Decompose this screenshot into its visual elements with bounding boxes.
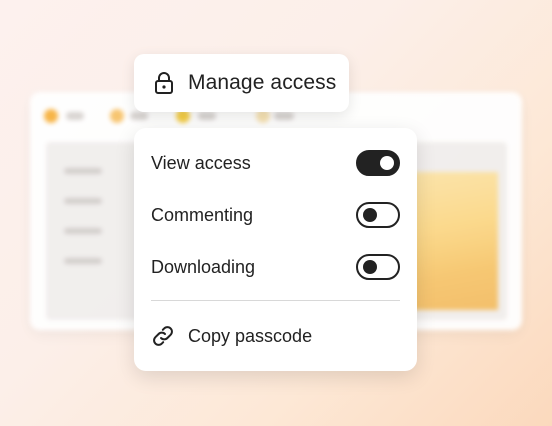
- copy-passcode-label: Copy passcode: [188, 325, 313, 346]
- menu-item-label: Downloading: [151, 256, 256, 277]
- toggle-knob: [363, 260, 377, 274]
- downloading-toggle[interactable]: [356, 254, 400, 280]
- window-tab-bar: [274, 112, 294, 120]
- commenting-toggle[interactable]: [356, 202, 400, 228]
- menu-item-view-access[interactable]: View access: [151, 148, 400, 178]
- menu-divider: [151, 300, 400, 301]
- window-tab-bar: [66, 112, 84, 120]
- window-dot: [44, 109, 58, 123]
- menu-item-downloading[interactable]: Downloading: [151, 252, 400, 282]
- window-tab-bar: [130, 112, 148, 120]
- lock-icon: [155, 72, 173, 94]
- toggle-knob: [363, 208, 377, 222]
- menu-item-label: Commenting: [151, 204, 254, 225]
- window-dot: [110, 109, 124, 123]
- placeholder-line: [64, 198, 102, 204]
- manage-access-header[interactable]: Manage access: [134, 54, 349, 112]
- placeholder-line: [64, 168, 102, 174]
- placeholder-line: [64, 258, 102, 264]
- placeholder-line: [64, 228, 102, 234]
- access-menu: View access Commenting Downloading Copy …: [134, 128, 417, 371]
- copy-passcode-button[interactable]: Copy passcode: [151, 321, 312, 351]
- toggle-knob: [380, 156, 394, 170]
- view-access-toggle[interactable]: [356, 150, 400, 176]
- window-tab-bar: [198, 112, 216, 120]
- menu-item-label: View access: [151, 152, 251, 173]
- link-icon: [153, 326, 173, 346]
- menu-item-commenting[interactable]: Commenting: [151, 200, 400, 230]
- header-title: Manage access: [188, 71, 337, 94]
